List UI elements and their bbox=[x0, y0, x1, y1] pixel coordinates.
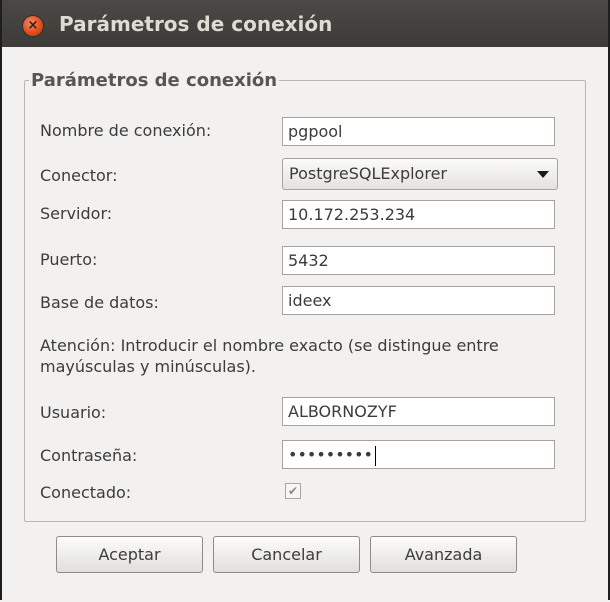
chevron-down-icon bbox=[537, 171, 549, 178]
cancel-button[interactable]: Cancelar bbox=[213, 536, 360, 573]
user-label: Usuario: bbox=[40, 403, 107, 422]
text-caret bbox=[374, 445, 376, 466]
group-title: Parámetros de conexión bbox=[31, 70, 278, 91]
connected-checkbox[interactable]: ✔ bbox=[285, 483, 301, 499]
database-label: Base de datos: bbox=[40, 293, 159, 312]
server-label: Servidor: bbox=[40, 204, 113, 223]
server-input[interactable]: 10.172.253.234 bbox=[282, 200, 555, 229]
accept-button[interactable]: Aceptar bbox=[56, 536, 203, 573]
connection-dialog: × Parámetros de conexión Parámetros de c… bbox=[0, 0, 610, 600]
connection-name-input[interactable]: pgpool bbox=[282, 117, 555, 146]
password-input[interactable]: ••••••••• bbox=[282, 440, 555, 469]
connector-select[interactable]: PostgreSQLExplorer bbox=[282, 158, 558, 190]
window-title: Parámetros de conexión bbox=[59, 12, 333, 36]
case-sensitivity-note: Atención: Introducir el nombre exacto (s… bbox=[40, 336, 499, 376]
connector-selected-value: PostgreSQLExplorer bbox=[289, 164, 447, 183]
advanced-button[interactable]: Avanzada bbox=[370, 536, 517, 573]
checkmark-icon: ✔ bbox=[287, 484, 299, 498]
port-input[interactable]: 5432 bbox=[282, 246, 555, 275]
connector-label: Conector: bbox=[40, 166, 118, 185]
connected-label: Conectado: bbox=[40, 483, 132, 502]
password-mask: ••••••••• bbox=[288, 445, 373, 464]
user-input[interactable]: ALBORNOZYF bbox=[282, 397, 555, 426]
database-input[interactable]: ideex bbox=[282, 286, 555, 315]
password-label: Contraseña: bbox=[40, 446, 138, 465]
title-bar: × Parámetros de conexión bbox=[2, 0, 608, 47]
port-label: Puerto: bbox=[40, 250, 98, 269]
connection-name-label: Nombre de conexión: bbox=[40, 121, 212, 140]
close-icon[interactable]: × bbox=[23, 16, 43, 36]
